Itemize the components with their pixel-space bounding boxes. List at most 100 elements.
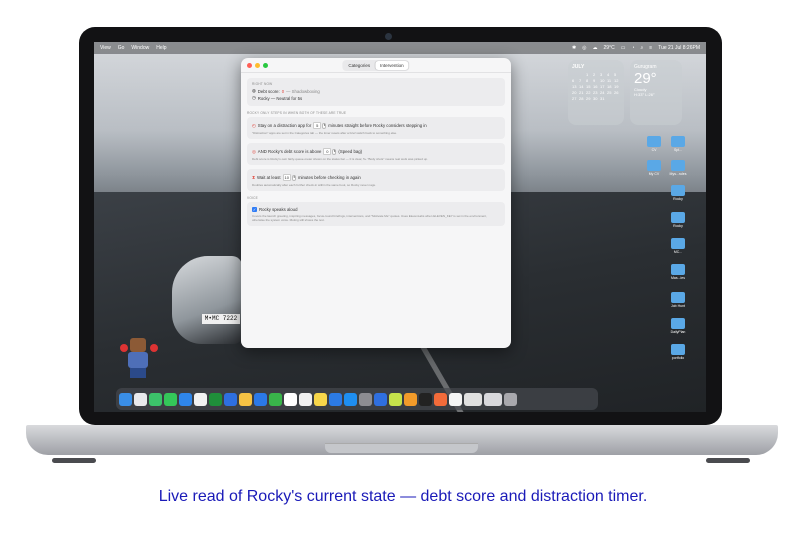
calendar-day: 28 — [579, 96, 584, 101]
safari-icon[interactable] — [179, 392, 192, 406]
desktop-folder[interactable]: Rocky — [666, 185, 690, 201]
folder-icon — [671, 185, 685, 196]
sheets-icon[interactable] — [209, 392, 222, 406]
slides-icon[interactable] — [404, 392, 417, 406]
camera-icon — [385, 33, 392, 40]
desktop-folder[interactable]: DailyPlan — [666, 318, 690, 334]
tab-intervention[interactable]: Intervention — [375, 60, 409, 70]
mail-icon[interactable] — [224, 392, 237, 406]
distraction-minutes-value[interactable]: 5 — [313, 122, 322, 129]
calendar-app-icon[interactable] — [284, 392, 297, 406]
zoom-icon[interactable] — [263, 62, 268, 68]
distraction-minutes-stepper[interactable]: 5 ⇕ — [313, 122, 327, 129]
notes-icon[interactable] — [314, 392, 327, 406]
desktop-folder[interactable]: Rocky — [666, 212, 690, 228]
wifi-icon[interactable]: ◔ — [631, 45, 634, 51]
menu-item-help[interactable]: Help — [156, 45, 166, 51]
voice-row: ✓ Rocky speaks aloud — [252, 207, 500, 212]
freeform-icon[interactable] — [329, 392, 342, 406]
desktop-folder-label: My CV — [648, 172, 660, 176]
minimize-icon[interactable] — [255, 62, 260, 68]
debt-threshold-value[interactable]: 0 — [323, 148, 332, 155]
stepper-arrows-icon[interactable]: ⇕ — [322, 122, 327, 129]
finder-icon[interactable] — [119, 392, 132, 406]
menu-weather[interactable]: 29°C — [604, 45, 615, 51]
desktop-folder-label: Spl... — [674, 148, 682, 152]
debt-threshold-stepper[interactable]: 0 ⇕ — [323, 148, 337, 155]
calendar-day: 14 — [579, 84, 584, 89]
condition-debt-suffix: (Speed bag) — [338, 149, 363, 154]
weather-widget[interactable]: Gurugram 29° Cloudy H:33° L:26° — [630, 60, 682, 125]
focus-icon[interactable]: ◎ — [582, 45, 586, 51]
minimized-window-icon[interactable] — [484, 392, 502, 406]
close-icon[interactable] — [247, 62, 252, 68]
system-settings-icon[interactable] — [359, 392, 372, 406]
spiral-app-icon[interactable] — [389, 392, 402, 406]
debt-score-label: Debt score: — [257, 88, 280, 94]
wait-prefix: Wait at least — [257, 175, 281, 180]
reminders-icon[interactable] — [299, 392, 312, 406]
whatsapp-icon[interactable] — [149, 392, 162, 406]
menu-item-view[interactable]: View — [100, 45, 111, 51]
calendar-day: 7 — [579, 78, 582, 83]
gauge-icon: ◍ — [252, 88, 256, 93]
zoom-icon[interactable] — [254, 392, 267, 406]
control-center-icon[interactable]: ≡ — [649, 45, 652, 51]
calendar-day — [572, 72, 578, 77]
menu-datetime[interactable]: Tue 21 Jul 8:26PM — [658, 45, 700, 51]
voice-hint: Covers the launch greeting, inspiring me… — [252, 214, 487, 222]
desktop-folder[interactable]: Job Hunt — [666, 292, 690, 308]
rocky-app-icon[interactable] — [374, 392, 387, 406]
rocky-state-row: ◷ Rocky — Neutral for 5s — [252, 95, 500, 101]
desktop-folder[interactable]: Mas...ies — [666, 264, 690, 280]
launchpad-icon[interactable] — [134, 392, 147, 406]
calendar-day: 9 — [593, 78, 596, 83]
desktop-folder[interactable]: My CV — [642, 160, 666, 176]
desktop-folder-label: Rocky — [673, 224, 683, 228]
calendar-day: 12 — [614, 78, 619, 83]
app-store-icon[interactable] — [344, 392, 357, 406]
stepper-arrows-icon[interactable]: ⇕ — [332, 148, 337, 155]
calendar-widget[interactable]: JULY 1 2 3 4 5 6 7 8 9 10 11 12 13 14 15 16 17 18 19 20 21 22… — [568, 60, 624, 125]
chatgpt-icon[interactable] — [449, 392, 462, 406]
desktop-folder[interactable]: MC... — [666, 238, 690, 254]
minimized-window-icon[interactable] — [464, 392, 482, 406]
desktop-folder-label: MC... — [673, 250, 683, 254]
rocky-mascot[interactable] — [120, 336, 160, 380]
chrome-icon[interactable] — [194, 392, 207, 406]
terminal-icon[interactable] — [419, 392, 432, 406]
voice-label: VOICE — [247, 196, 258, 200]
desktop-folder[interactable]: portfolio — [666, 344, 690, 360]
folder-icon — [647, 136, 661, 147]
condition-debt-hint: Debt score is Rocky's own fairly-queue-m… — [252, 157, 428, 161]
calendar-day: 17 — [600, 84, 605, 89]
desktop-folder[interactable]: CV — [642, 136, 666, 152]
debt-score-note: — Shadowboxing — [286, 88, 320, 94]
facetime-icon[interactable] — [269, 392, 282, 406]
cloud-icon[interactable]: ☁ — [593, 45, 598, 51]
wait-minutes-value[interactable]: 10 — [282, 174, 291, 181]
search-icon[interactable]: ⌕ — [640, 45, 643, 51]
calendar-day: 30 — [593, 96, 598, 101]
claude-icon[interactable] — [434, 392, 447, 406]
calendar-day: 11 — [607, 78, 612, 83]
desktop-folder[interactable]: Spl... — [666, 136, 690, 152]
battery-icon[interactable]: ▭ — [621, 45, 626, 51]
window-titlebar: Categories Intervention — [241, 58, 511, 73]
wait-minutes-stepper[interactable]: 10 ⇕ — [282, 174, 296, 181]
tab-categories[interactable]: Categories — [343, 61, 375, 70]
boxing-glove-icon — [150, 344, 158, 352]
photos-icon[interactable] — [239, 392, 252, 406]
menu-item-go[interactable]: Go — [118, 45, 125, 51]
menu-item-window[interactable]: Window — [131, 45, 149, 51]
debt-score-value: 0 — [281, 88, 285, 94]
folder-icon — [671, 292, 685, 303]
trash-icon[interactable] — [504, 392, 517, 406]
desktop-folder[interactable]: Mys...rules — [666, 160, 690, 176]
stepper-arrows-icon[interactable]: ⇕ — [291, 174, 296, 181]
clock-icon: ◷ — [252, 95, 256, 100]
rocky-status-icon[interactable]: ✱ — [572, 45, 576, 51]
voice-checkbox[interactable]: ✓ — [252, 207, 257, 212]
messages-icon[interactable] — [164, 392, 177, 406]
steps-label: ROCKY ONLY STEPS IN WHEN BOTH OF THESE A… — [247, 111, 347, 115]
